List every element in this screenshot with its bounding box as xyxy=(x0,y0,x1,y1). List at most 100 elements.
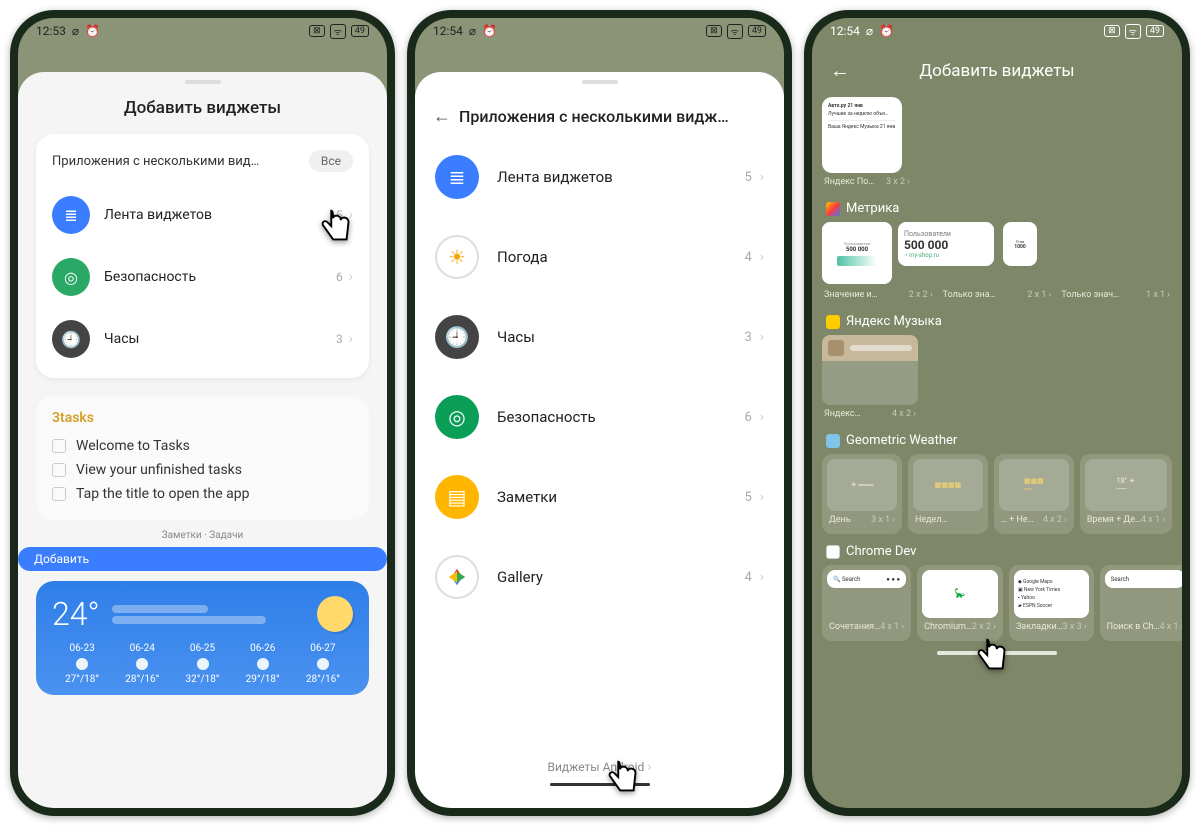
tasks-title: 3tasks xyxy=(52,410,353,426)
chevron-right-icon: › xyxy=(349,269,353,285)
widget-cell[interactable]: Search Поиск в Ch…4 x 1 › xyxy=(1100,565,1182,641)
screen-2: 12:54 ⌀ ⏰ ⊠ ᯤ 49 ← Приложения с нескольк… xyxy=(415,18,784,808)
android-widgets-button[interactable]: Виджеты Android › xyxy=(415,759,784,786)
shield-icon: ◎ xyxy=(435,395,479,439)
section-music: Яндекс Музыка xyxy=(822,304,1172,335)
page-title: Добавить виджеты xyxy=(830,61,1164,81)
widget-app-row[interactable]: 🕘 Часы 3 › xyxy=(435,297,764,377)
orientation-icon: ⊠ xyxy=(309,25,325,37)
sun-icon xyxy=(317,596,353,632)
checkbox-icon xyxy=(52,487,66,501)
row-count: 5 xyxy=(336,208,343,222)
widget-cell[interactable]: 18° ☀──Время + Де…4 x 1 › xyxy=(1080,454,1172,534)
metrika-icon xyxy=(826,202,840,216)
weather-icon: ☀ xyxy=(435,235,479,279)
widget-cell[interactable]: ☀ ═══День3 x 1 › xyxy=(822,454,902,534)
widget-cell[interactable]: ▦▦▦▦Недел… xyxy=(908,454,988,534)
widget-cell[interactable]: Пользователи 500 000 xyxy=(822,222,892,284)
widget-caption: Заметки · Задачи xyxy=(18,530,387,541)
sheet-title: Добавить виджеты xyxy=(18,92,387,134)
widget-cell[interactable]: 🦕 Chromium…2 x 2 › xyxy=(917,565,1003,641)
wifi-icon: ᯤ xyxy=(1125,24,1141,39)
screen-3: 12:54 ⌀ ⏰ ⊠ ᯤ 49 ← Добавить виджеты Авто… xyxy=(812,18,1182,808)
widget-app-row[interactable]: ◎ Безопасность 6 › xyxy=(52,246,353,308)
status-time: 12:53 xyxy=(36,24,66,38)
widget-cell[interactable]: Авто.ру 21 янв Лучшие за неделю объя… Ва… xyxy=(822,97,912,191)
chrome-icon xyxy=(826,545,840,559)
page-header: ← Добавить виджеты xyxy=(812,44,1182,97)
widget-cell[interactable]: П-ли1000 xyxy=(1000,222,1040,284)
feed-icon: ≣ xyxy=(52,196,90,234)
task-row: Welcome to Tasks xyxy=(52,434,353,458)
tasks-widget-preview: 3tasks Welcome to Tasks View your unfini… xyxy=(36,396,369,520)
row-label: Безопасность xyxy=(104,269,336,285)
widget-app-row[interactable]: ◎ Безопасность 6 › xyxy=(435,377,764,457)
notes-icon: ▤ xyxy=(435,475,479,519)
widget-app-row[interactable]: ≣ Лента виджетов 5 › xyxy=(435,137,764,217)
clock-icon: 🕘 xyxy=(52,320,90,358)
card-section-title: Приложения с несколькими вид… xyxy=(52,154,259,169)
checkbox-icon xyxy=(52,439,66,453)
drag-handle[interactable] xyxy=(582,80,618,84)
alarm-icon: ⏰ xyxy=(879,24,894,38)
alarm-mute-icon: ⌀ xyxy=(469,24,476,38)
chevron-right-icon: › xyxy=(760,409,764,425)
status-bar: 12:54 ⌀ ⏰ ⊠ ᯤ 49 xyxy=(415,18,784,44)
wifi-icon: ᯤ xyxy=(330,24,346,39)
widget-cell[interactable]: ◆ Google Maps ▣ New York Times ▪ Yahoo ▰… xyxy=(1009,565,1094,641)
widget-app-row[interactable]: ☀ Погода 4 › xyxy=(435,217,764,297)
chevron-right-icon: › xyxy=(760,489,764,505)
row-label: Часы xyxy=(104,331,336,347)
widget-app-row[interactable]: 🕘 Часы 3 › xyxy=(52,308,353,370)
widget-app-row[interactable]: ▤ Заметки 5 › xyxy=(435,457,764,537)
chevron-right-icon: › xyxy=(349,331,353,347)
widget-sheet[interactable]: Добавить виджеты Приложения с нескольким… xyxy=(18,72,387,808)
alarm-icon: ⏰ xyxy=(85,24,100,38)
battery-label: 49 xyxy=(748,25,766,37)
section-chrome-dev: Chrome Dev xyxy=(822,534,1172,565)
weather-app-icon xyxy=(826,434,840,448)
widget-cell[interactable]: ▦▦▦▫▫▫… + Не…4 x 2 › xyxy=(994,454,1074,534)
sheet-title: Приложения с несколькими видж… xyxy=(459,107,729,126)
apps-list-sheet: ← Приложения с несколькими видж… ≣ Лента… xyxy=(415,72,784,808)
chevron-right-icon: › xyxy=(349,207,353,223)
row-count: 6 xyxy=(336,270,343,284)
drag-handle[interactable] xyxy=(185,80,221,84)
weather-widget-preview: 24° 06-2327°/18° 06-2428°/16° 06-2532°/1… xyxy=(36,581,369,695)
add-widget-button[interactable]: Добавить xyxy=(18,547,387,571)
orientation-icon: ⊠ xyxy=(706,25,722,37)
all-button[interactable]: Все xyxy=(309,150,353,172)
chevron-right-icon: › xyxy=(760,329,764,345)
alarm-icon: ⏰ xyxy=(482,24,497,38)
chevron-right-icon: › xyxy=(760,249,764,265)
row-count: 3 xyxy=(336,332,343,346)
phone-2: 12:54 ⌀ ⏰ ⊠ ᯤ 49 ← Приложения с нескольк… xyxy=(407,10,792,816)
clock-icon: 🕘 xyxy=(435,315,479,359)
section-geometric-weather: Geometric Weather xyxy=(822,423,1172,454)
status-bar: 12:53 ⌀ ⏰ ⊠ ᯤ 49 xyxy=(18,18,387,44)
task-row: View your unfinished tasks xyxy=(52,458,353,482)
chevron-right-icon: › xyxy=(760,169,764,185)
wifi-icon: ᯤ xyxy=(727,24,743,39)
back-button[interactable]: ← xyxy=(433,106,451,127)
alarm-mute-icon: ⌀ xyxy=(72,24,79,38)
status-bar: 12:54 ⌀ ⏰ ⊠ ᯤ 49 xyxy=(812,18,1182,44)
widget-cell[interactable]: Яндекс…4 x 2 › xyxy=(822,335,918,423)
widget-app-row[interactable]: Gallery 4 › xyxy=(435,537,764,617)
screen-1: 12:53 ⌀ ⏰ ⊠ ᯤ 49 Добавить виджеты Прилож… xyxy=(18,18,387,808)
row-label: Лента виджетов xyxy=(104,207,336,223)
orientation-icon: ⊠ xyxy=(1104,25,1120,37)
battery-label: 49 xyxy=(351,25,369,37)
battery-label: 49 xyxy=(1146,25,1164,37)
widget-cell[interactable]: Пользователи 500 000 ◔ my-shop.ru xyxy=(898,222,994,284)
alarm-mute-icon: ⌀ xyxy=(866,24,873,38)
phone-1: 12:53 ⌀ ⏰ ⊠ ᯤ 49 Добавить виджеты Прилож… xyxy=(10,10,395,816)
widget-app-row[interactable]: ≣ Лента виджетов 5 › xyxy=(52,184,353,246)
widget-cell[interactable]: 🔍 Search ● ● ● Сочетания…4 x 1 › xyxy=(822,565,911,641)
task-row: Tap the title to open the app xyxy=(52,482,353,506)
music-icon xyxy=(826,315,840,329)
status-time: 12:54 xyxy=(830,24,860,38)
home-indicator[interactable] xyxy=(937,651,1057,655)
weather-temp: 24° xyxy=(52,595,100,633)
apps-multi-widget-card: Приложения с несколькими вид… Все ≣ Лент… xyxy=(36,134,369,378)
